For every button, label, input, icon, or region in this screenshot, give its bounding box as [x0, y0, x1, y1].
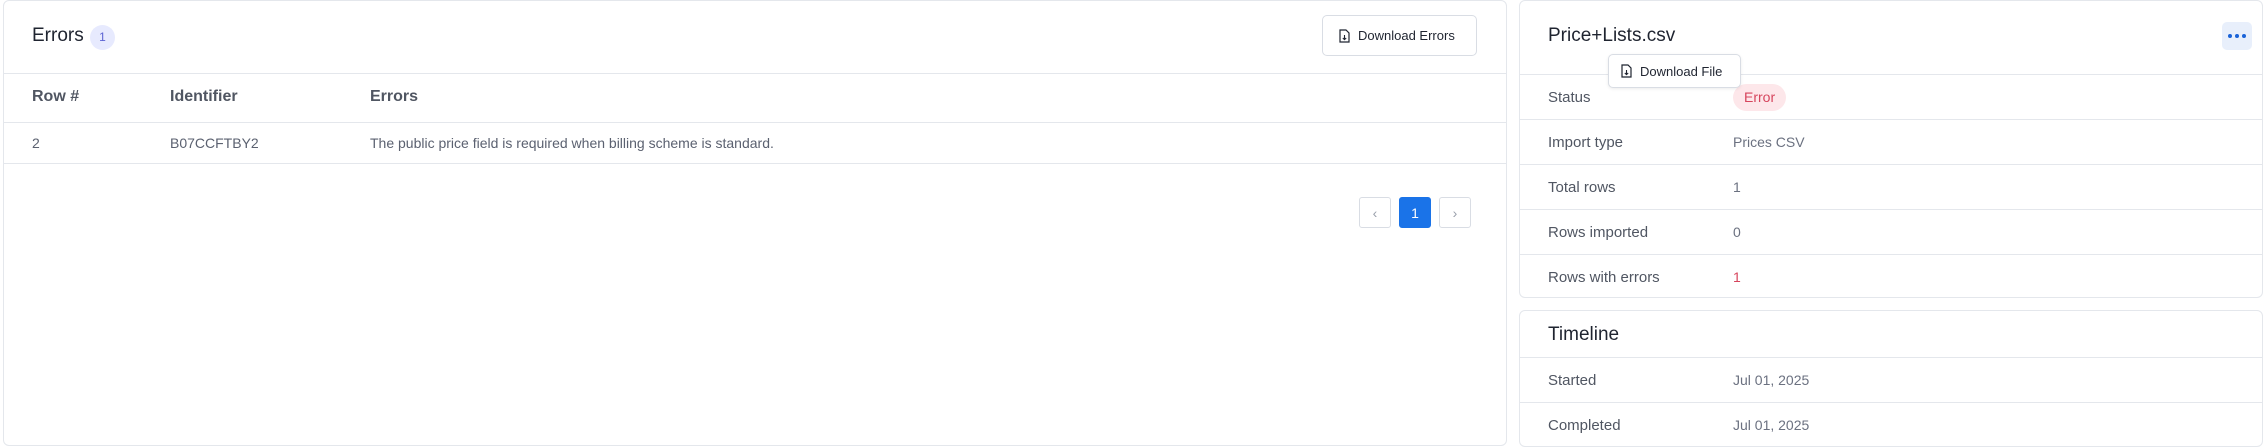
timeline-row-started: Started Jul 01, 2025 [1520, 357, 2262, 402]
status-badge: Error [1733, 84, 1787, 111]
detail-key: Status [1548, 89, 1591, 106]
download-errors-button[interactable]: Download Errors [1322, 15, 1477, 56]
file-name: Price+Lists.csv [1548, 25, 1676, 46]
errors-table-header: Row # Identifier Errors [4, 74, 1506, 123]
pagination-page-label: 1 [1411, 204, 1419, 221]
detail-key: Import type [1548, 134, 1624, 151]
chevron-left-icon: ‹ [1372, 204, 1378, 221]
more-actions-button[interactable] [2222, 22, 2252, 50]
errors-count-badge: 1 [90, 25, 115, 50]
file-details-panel: Price+Lists.csv Status Error Import type… [1519, 0, 2263, 298]
errors-header: Errors 1 [4, 1, 1506, 74]
column-header-row[interactable]: Row # [32, 88, 79, 106]
detail-key: Rows with errors [1548, 269, 1660, 286]
detail-value: 1 [1733, 269, 1741, 285]
timeline-key: Started [1548, 372, 1597, 389]
row-number: 2 [32, 135, 40, 151]
download-file-label: Download File [1640, 63, 1723, 79]
row-error-message: The public price field is required when … [370, 135, 774, 151]
detail-key: Total rows [1548, 179, 1616, 196]
more-icon-dot [2242, 34, 2246, 38]
timeline-value: Jul 01, 2025 [1733, 372, 1810, 388]
errors-panel: Errors 1 Row # Identifier Errors 2 B07CC… [3, 0, 1507, 446]
chevron-right-icon: › [1452, 204, 1458, 221]
download-file-button[interactable]: Download File [1608, 54, 1741, 88]
pagination-prev-button[interactable]: ‹ [1359, 197, 1391, 228]
errors-title: Errors [32, 25, 84, 46]
file-download-icon [1339, 28, 1350, 43]
file-download-icon [1621, 64, 1632, 78]
column-header-errors[interactable]: Errors [370, 88, 418, 106]
timeline-title: Timeline [1548, 324, 1620, 345]
download-errors-label: Download Errors [1358, 28, 1455, 43]
pagination-page-button[interactable]: 1 [1399, 197, 1431, 228]
more-icon-dot [2235, 34, 2239, 38]
column-header-identifier[interactable]: Identifier [170, 88, 238, 106]
timeline-row-completed: Completed Jul 01, 2025 [1520, 402, 2262, 447]
pagination-next-button[interactable]: › [1439, 197, 1471, 228]
more-icon [2228, 34, 2232, 38]
detail-row-total-rows: Total rows 1 [1520, 164, 2262, 209]
timeline-panel: Timeline Started Jul 01, 2025 Completed … [1519, 310, 2263, 447]
table-row: 2 B07CCFTBY2 The public price field is r… [4, 123, 1506, 164]
detail-key: Rows imported [1548, 224, 1649, 241]
row-identifier: B07CCFTBY2 [170, 135, 259, 151]
detail-value: 1 [1733, 179, 1741, 195]
detail-row-rows-with-errors: Rows with errors 1 [1520, 254, 2262, 299]
detail-value: 0 [1733, 224, 1741, 240]
timeline-value: Jul 01, 2025 [1733, 417, 1810, 433]
timeline-key: Completed [1548, 417, 1621, 434]
detail-value: Prices CSV [1733, 134, 1805, 150]
detail-row-import-type: Import type Prices CSV [1520, 119, 2262, 164]
detail-row-rows-imported: Rows imported 0 [1520, 209, 2262, 254]
